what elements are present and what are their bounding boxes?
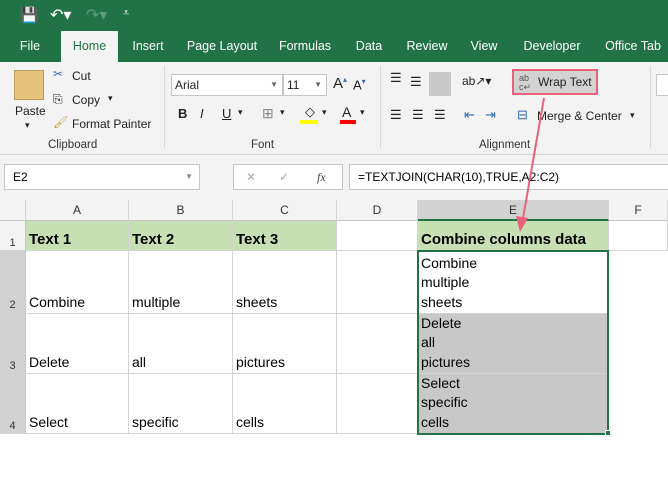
tab-home[interactable]: Home [61,31,118,62]
row-header-1[interactable]: 1 [0,221,26,251]
cell-f1[interactable] [609,221,668,251]
cell-b2[interactable]: multiple [129,251,233,314]
cell-c2[interactable]: sheets [233,251,337,314]
increase-indent-icon[interactable]: ⇥ [485,107,496,123]
decrease-font-icon[interactable]: A▾ [353,77,366,92]
merge-center-icon: ⊟ [517,107,528,122]
cell-a1[interactable]: Text 1 [26,221,129,251]
fill-handle[interactable] [605,430,611,436]
align-left-icon[interactable]: ☰ [390,107,402,123]
decrease-indent-icon[interactable]: ⇤ [464,107,475,123]
row-header-3[interactable]: 3 [0,314,26,374]
paste-button[interactable]: Paste [15,104,46,118]
tab-developer[interactable]: Developer [516,31,588,62]
font-color-icon[interactable]: A [342,104,351,120]
enter-icon[interactable]: ✓ [279,165,289,189]
alignment-group-label: Alignment [479,139,531,151]
cell-d3[interactable] [337,314,418,374]
borders-icon[interactable]: ⊞ [262,105,274,122]
cancel-icon[interactable]: ✕ [246,165,256,189]
cell-a3[interactable]: Delete [26,314,129,374]
tab-office-tab[interactable]: Office Tab [598,31,668,62]
quick-access-toolbar: 💾 ↶▾ ↷▾ ⩡ [0,0,668,31]
align-center-icon[interactable]: ☰ [412,107,424,123]
merge-center-button[interactable]: Merge & Center [537,109,622,123]
italic-button[interactable]: I [200,106,204,121]
cut-button[interactable]: Cut [72,69,91,83]
underline-button[interactable]: U [222,106,231,121]
cell-b4[interactable]: specific [129,374,233,434]
select-all-button[interactable] [0,200,26,221]
column-header-b[interactable]: B [129,200,233,221]
row-header-2[interactable]: 2 [0,251,26,314]
align-middle-icon[interactable]: ☰ [410,74,422,90]
worksheet-grid: A B C D E F 1 2 3 4 Text 1 Text 2 Text 3… [0,200,668,438]
ribbon-tabs: File Home Insert Page Layout Formulas Da… [0,31,668,62]
cell-b3[interactable]: all [129,314,233,374]
paste-icon[interactable] [14,70,44,100]
cell-a2[interactable]: Combine [26,251,129,314]
font-name-select[interactable]: Arial ▼ [171,74,283,96]
wrap-text-button[interactable]: ab c↵ Wrap Text [512,69,598,95]
redo-icon[interactable]: ↷▾ [86,5,107,25]
orientation-icon[interactable]: ab↗▾ [462,74,491,88]
formula-buttons: ✕ ✓ fx [233,164,343,190]
tab-formulas[interactable]: Formulas [272,31,338,62]
column-header-e[interactable]: E [418,200,609,221]
insert-function-icon[interactable]: fx [317,165,326,189]
column-header-a[interactable]: A [26,200,129,221]
cell-c1[interactable]: Text 3 [233,221,337,251]
font-size-value: 11 [287,78,300,92]
selection-border [417,250,609,435]
tab-view[interactable]: View [462,31,506,62]
wrap-text-label: Wrap Text [538,75,592,89]
font-size-select[interactable]: 11 ▼ [283,74,327,96]
save-icon[interactable]: 💾 [20,6,39,24]
tab-page-layout[interactable]: Page Layout [182,31,262,62]
cell-a4[interactable]: Select [26,374,129,434]
increase-font-icon[interactable]: A▴ [333,75,347,92]
tab-file[interactable]: File [10,31,50,62]
bold-button[interactable]: B [178,106,187,121]
ribbon: Paste ▾ ✂ Cut ⎘ Copy ▾ 🖌 Format Painter … [0,62,668,155]
formula-bar: E2 ▼ ✕ ✓ fx =TEXTJOIN(CHAR(10),TRUE,A2:C2… [0,155,668,200]
column-header-d[interactable]: D [337,200,418,221]
clipboard-group-label: Clipboard [48,139,98,151]
undo-icon[interactable]: ↶▾ [50,5,71,25]
number-format-select[interactable] [656,74,668,96]
align-right-icon[interactable]: ☰ [434,107,446,123]
formula-input[interactable]: =TEXTJOIN(CHAR(10),TRUE,A2:C2) [349,164,668,190]
align-top-icon[interactable]: ☰ [390,70,402,86]
cell-d1[interactable] [337,221,418,251]
format-painter-icon: 🖌 [53,115,69,129]
font-name-value: Arial [175,78,200,92]
cell-e1[interactable]: Combine columns data [418,221,609,251]
copy-icon: ⎘ [53,92,63,106]
tab-data[interactable]: Data [348,31,390,62]
cell-b1[interactable]: Text 2 [129,221,233,251]
tab-review[interactable]: Review [400,31,454,62]
name-box-value: E2 [13,170,28,184]
wrap-text-icon: ab c↵ [519,73,532,92]
name-box[interactable]: E2 ▼ [4,164,200,190]
column-header-f[interactable]: F [609,200,668,221]
row-header-4[interactable]: 4 [0,374,26,434]
column-header-c[interactable]: C [233,200,337,221]
tab-insert[interactable]: Insert [124,31,172,62]
format-painter-button[interactable]: Format Painter [72,117,151,131]
copy-button[interactable]: Copy [72,93,100,107]
align-bottom-icon[interactable] [429,72,451,96]
cell-d2[interactable] [337,251,418,314]
cell-d4[interactable] [337,374,418,434]
customize-icon[interactable]: ⩡ [123,7,129,20]
cut-icon: ✂ [53,67,64,81]
cell-c3[interactable]: pictures [233,314,337,374]
cell-c4[interactable]: cells [233,374,337,434]
font-group-label: Font [251,139,275,151]
fill-color-icon[interactable]: ◇ [305,104,315,120]
